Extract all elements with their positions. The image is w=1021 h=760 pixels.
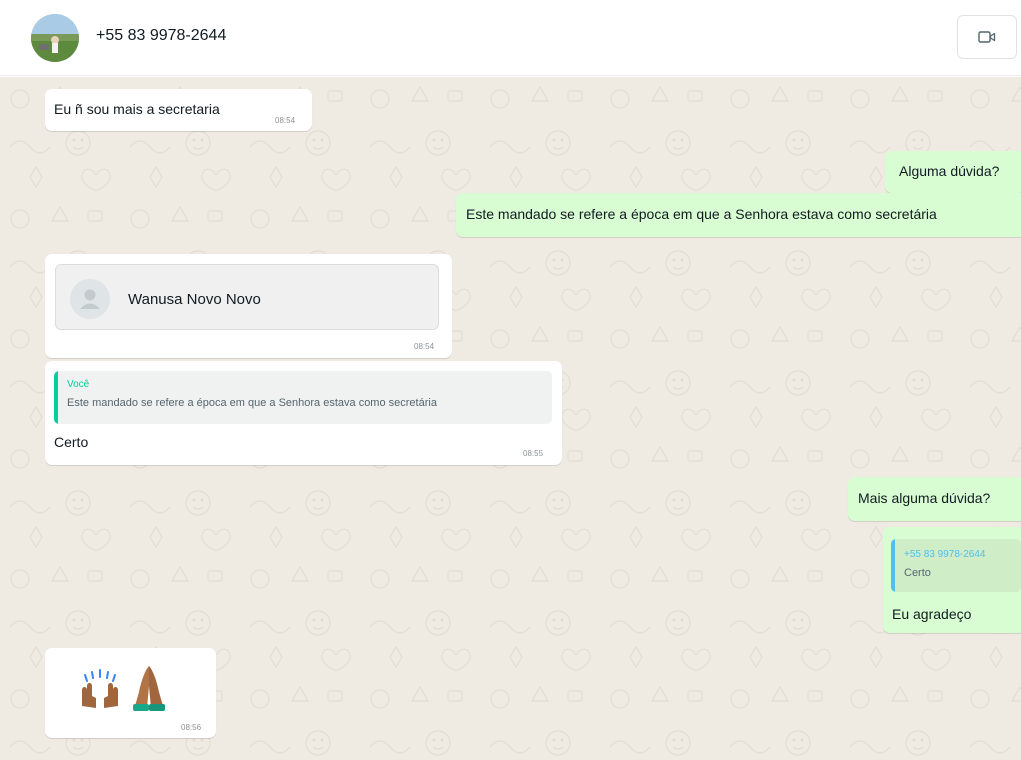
quoted-message[interactable]: +55 83 9978-2644 Certo: [891, 539, 1021, 592]
default-avatar-icon: [70, 279, 110, 319]
contact-name[interactable]: +55 83 9978-2644: [96, 27, 226, 45]
message-contact-card[interactable]: Wanusa Novo Novo 08:54: [45, 254, 452, 358]
quote-text: Certo: [904, 567, 931, 579]
message-emoji[interactable]: 08:56: [45, 648, 216, 738]
quote-author: Você: [67, 379, 90, 390]
quoted-message[interactable]: Você Este mandado se refere a época em q…: [54, 371, 552, 424]
message-text: Eu agradeço: [892, 606, 972, 622]
message-text: Mais alguma dúvida?: [858, 490, 991, 506]
message-time: 08:54: [275, 116, 296, 125]
message-time: 08:54: [414, 342, 435, 351]
message-outgoing-reply[interactable]: +55 83 9978-2644 Certo Eu agradeço: [883, 527, 1021, 633]
shared-contact-name: Wanusa Novo Novo: [128, 291, 261, 308]
quote-bar: [891, 539, 895, 592]
message-text: Certo: [54, 434, 89, 450]
quote-author: +55 83 9978-2644: [904, 549, 986, 560]
chat-area[interactable]: Eu ñ sou mais a secretaria 08:54 Alguma …: [0, 77, 1021, 760]
message-outgoing[interactable]: Mais alguma dúvida?: [848, 477, 1021, 521]
message-text: Este mandado se refere a época em que a …: [466, 206, 937, 222]
message-incoming-reply[interactable]: Você Este mandado se refere a época em q…: [45, 361, 562, 465]
message-outgoing[interactable]: Alguma dúvida?: [885, 151, 1021, 193]
message-text: Eu ñ sou mais a secretaria: [54, 101, 220, 117]
folded-hands-emoji: [133, 666, 165, 711]
quote-bar: [54, 371, 58, 424]
message-text: Alguma dúvida?: [899, 163, 1000, 179]
contact-avatar[interactable]: [31, 14, 79, 62]
message-time: 08:55: [523, 449, 544, 458]
message-time: 08:56: [181, 723, 202, 732]
shared-contact[interactable]: Wanusa Novo Novo: [55, 264, 439, 330]
message-incoming[interactable]: Eu ñ sou mais a secretaria 08:54: [45, 89, 312, 131]
video-call-button[interactable]: [957, 15, 1017, 59]
raising-hands-emoji: [82, 669, 118, 708]
message-outgoing[interactable]: Este mandado se refere a época em que a …: [456, 193, 1021, 237]
video-call-icon: [978, 31, 996, 43]
chat-header: +55 83 9978-2644: [0, 0, 1021, 76]
quote-text: Este mandado se refere a época em que a …: [67, 397, 437, 409]
